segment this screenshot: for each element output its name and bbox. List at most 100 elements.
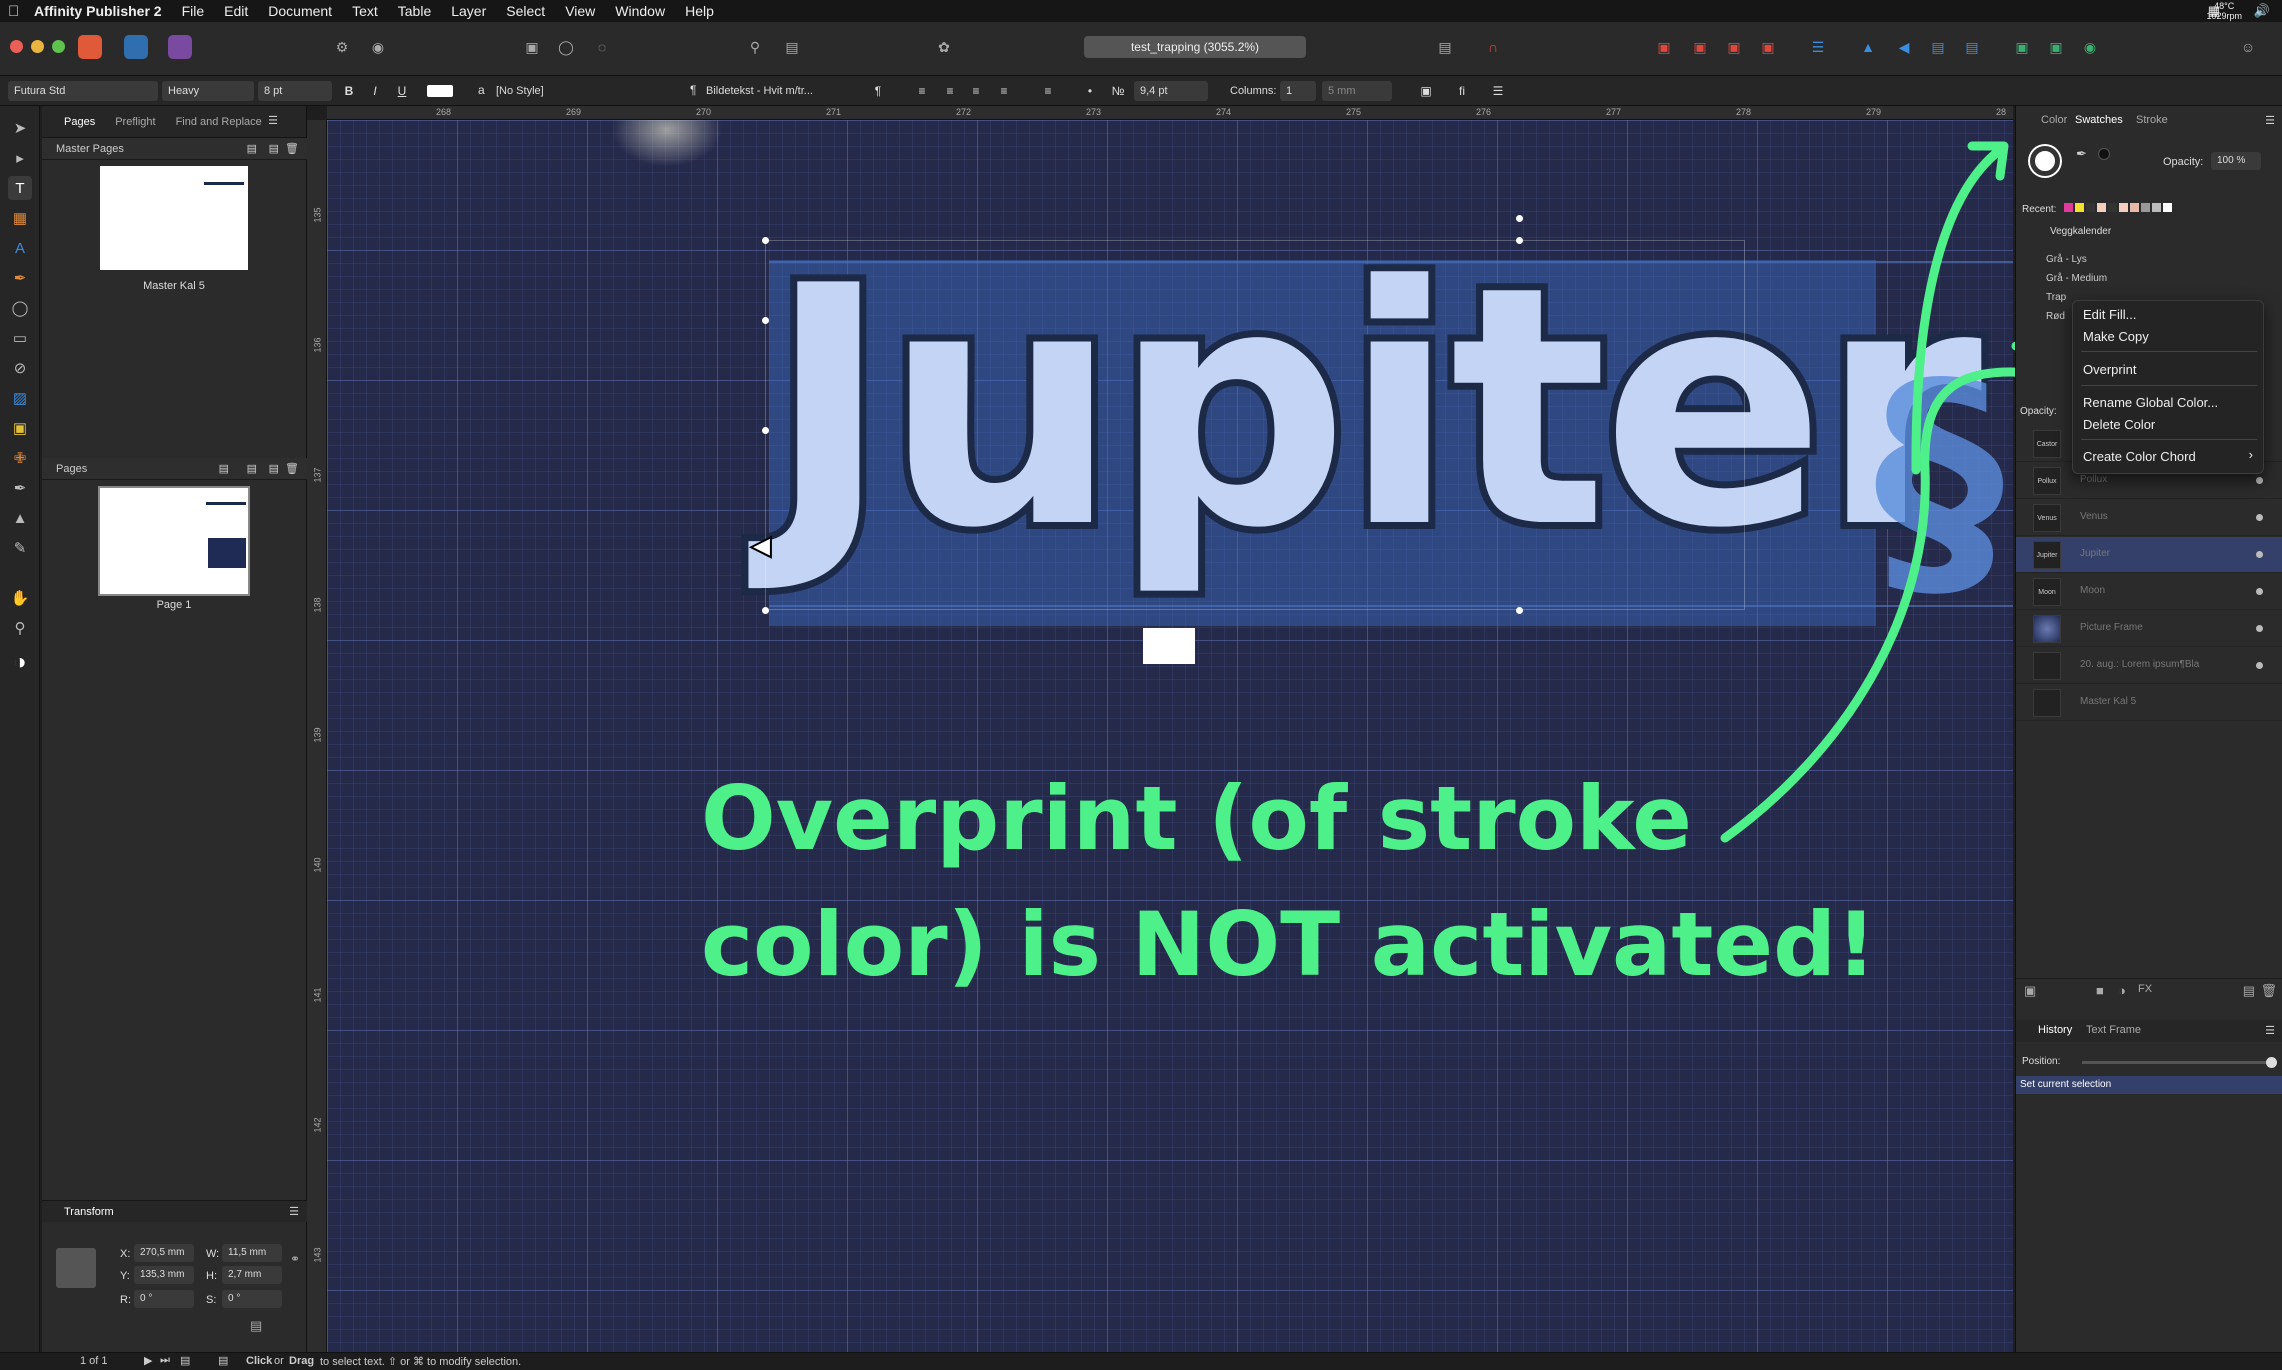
snapping-icon[interactable]: ∩ [1481, 36, 1505, 58]
photo-persona-icon[interactable] [168, 35, 192, 59]
swatch-gra-medium[interactable]: Grå - Medium [2046, 273, 2107, 284]
document-title[interactable]: test_trapping (3055.2%) [1084, 36, 1306, 58]
menu-document[interactable]: Document [268, 3, 332, 19]
tab-swatches[interactable]: Swatches [2075, 114, 2123, 126]
rotation-handle[interactable] [1516, 215, 1523, 222]
vertical-align-button[interactable]: ≡ [1038, 81, 1058, 101]
palette-dropdown[interactable]: Veggkalender [2026, 224, 2146, 240]
selection-handle[interactable] [1516, 237, 1523, 244]
view-mode-icon[interactable]: ▣ [520, 36, 544, 58]
document-canvas[interactable]: Jupiter § ◀ Overprint (of stroke color) … [327, 120, 2013, 1352]
picture-frame-rect-tool-icon[interactable]: ▭ [8, 326, 32, 350]
recent-swatch[interactable] [2152, 203, 2161, 212]
visibility-dot[interactable] [2256, 477, 2263, 484]
master-pages-header[interactable]: Master Pages ▤ ▤ 🗑 [42, 138, 307, 160]
zoom-tool-icon[interactable]: ⚲ [8, 616, 32, 640]
tab-find-replace[interactable]: Find and Replace [176, 116, 262, 128]
ellipse-tool-icon[interactable]: ◯ [8, 296, 32, 320]
page-options-icon[interactable]: ▤ [219, 458, 229, 480]
recent-swatch[interactable] [2130, 203, 2139, 212]
delete-layer-icon[interactable]: 🗑 [2260, 983, 2277, 999]
bullet-list-button[interactable]: • [1080, 81, 1100, 101]
x-field[interactable]: 270,5 mm [134, 1244, 194, 1262]
duplicate-master-icon[interactable]: ▤ [269, 138, 279, 160]
history-slider[interactable] [2082, 1057, 2277, 1068]
flip-vertical-icon[interactable]: ◀ [1892, 36, 1916, 58]
bleed-mode-icon[interactable]: ◌ [590, 36, 614, 58]
crop-tool-icon[interactable]: ✙ [8, 446, 32, 470]
selection-handle[interactable] [762, 237, 769, 244]
frame-fit-button[interactable]: ▣ [1416, 81, 1436, 101]
geometry-add-icon[interactable]: ▣ [2010, 36, 2034, 58]
visibility-dot[interactable] [2256, 551, 2263, 558]
fx-icon[interactable]: FX [2138, 983, 2152, 995]
align-right-button[interactable]: ≡ [966, 81, 986, 101]
paragraph-marks-button[interactable]: ¶ [868, 81, 888, 101]
flip-horizontal-icon[interactable]: ▲ [1856, 36, 1880, 58]
account-icon[interactable]: ☺ [2236, 36, 2260, 58]
layer-row[interactable]: Venus Venus [2016, 500, 2282, 536]
fill-stroke-selector-icon[interactable]: ◑ [8, 649, 32, 674]
next-page-icon[interactable]: ⏭ [160, 1354, 170, 1367]
play-icon[interactable]: ▶ [144, 1354, 152, 1367]
menu-item-create-color-chord[interactable]: Create Color Chord [2083, 449, 2196, 464]
arrange-backward-icon[interactable]: ▣ [1688, 36, 1712, 58]
recent-swatch[interactable] [2097, 203, 2106, 212]
node-tool-icon[interactable]: ▸ [8, 146, 32, 170]
text-frame-options-button[interactable]: ☰ [1488, 81, 1508, 101]
character-style-dropdown[interactable]: [No Style] [490, 81, 612, 101]
history-menu-icon[interactable]: ☰ [2265, 1024, 2275, 1037]
rotate-left-icon[interactable]: ▤ [1926, 36, 1950, 58]
transform-menu-icon[interactable]: ☰ [289, 1201, 299, 1223]
recent-swatch[interactable] [2119, 203, 2128, 212]
selection-handle[interactable] [1516, 607, 1523, 614]
pages-header[interactable]: Pages ▤ ▤ ▤ 🗑 [42, 458, 307, 480]
w-field[interactable]: 11,5 mm [222, 1244, 282, 1262]
rotation-field[interactable]: 0 ° [134, 1290, 194, 1308]
add-master-icon[interactable]: ▤ [247, 138, 257, 160]
close-window-button[interactable] [10, 40, 23, 53]
ligature-button[interactable]: fi [1452, 81, 1472, 101]
menu-table[interactable]: Table [398, 3, 431, 19]
layer-row[interactable]: Master Kal 5 [2016, 685, 2282, 721]
geometry-subtract-icon[interactable]: ▣ [2044, 36, 2068, 58]
visibility-dot[interactable] [2256, 625, 2263, 632]
tab-text-frame[interactable]: Text Frame [2086, 1024, 2141, 1036]
align-icon[interactable]: ☰ [1806, 36, 1830, 58]
tab-stroke[interactable]: Stroke [2136, 114, 2168, 126]
menu-view[interactable]: View [565, 3, 595, 19]
menu-help[interactable]: Help [685, 3, 714, 19]
color-picker-tool-icon[interactable]: ✒ [8, 476, 32, 500]
menu-item-edit-fill[interactable]: Edit Fill... [2083, 307, 2136, 322]
visibility-dot[interactable] [2256, 662, 2263, 669]
info-icon[interactable]: ▤ [218, 1354, 228, 1367]
delete-page-icon[interactable]: 🗑 [285, 458, 299, 480]
master-page-thumbnail[interactable] [100, 166, 248, 270]
text-flow-arrow-icon[interactable]: ◀ [750, 529, 772, 561]
baseline-grid-icon[interactable]: ▤ [1433, 36, 1457, 58]
y-field[interactable]: 135,3 mm [134, 1266, 194, 1284]
swatch-trap[interactable]: Trap [2046, 292, 2066, 303]
transform-options-icon[interactable]: ▤ [250, 1318, 262, 1334]
delete-master-icon[interactable]: 🗑 [285, 138, 299, 160]
lock-aspect-icon[interactable]: ⚭ [290, 1252, 300, 1266]
vertical-ruler[interactable]: 135 136 137 138 139 140 141 142 143 [307, 120, 327, 1352]
apple-icon[interactable]:  [8, 3, 24, 20]
swatches-menu-icon[interactable]: ☰ [2265, 114, 2275, 127]
recent-swatch[interactable] [2163, 203, 2172, 212]
preflight-icon[interactable]: ◉ [366, 36, 390, 58]
publisher-persona-icon[interactable] [78, 35, 102, 59]
arrange-forward-icon[interactable]: ▣ [1722, 36, 1746, 58]
align-left-button[interactable]: ≡ [912, 81, 932, 101]
shear-field[interactable]: 0 ° [222, 1290, 282, 1308]
eyedropper-icon[interactable]: ✒ [2076, 146, 2087, 162]
app-name-menu[interactable]: Affinity Publisher 2 [34, 3, 162, 19]
place-image-tool-icon[interactable]: ▨ [8, 386, 32, 410]
transparency-tool-icon[interactable]: ✎ [8, 536, 32, 560]
menu-file[interactable]: File [182, 3, 205, 19]
frame-text-tool-icon[interactable]: T [8, 176, 32, 200]
h-field[interactable]: 2,7 mm [222, 1266, 282, 1284]
layer-row[interactable]: Picture Frame [2016, 611, 2282, 647]
numbered-list-button[interactable]: № [1108, 81, 1128, 101]
adjustment-icon[interactable]: ◑ [2118, 983, 2126, 998]
